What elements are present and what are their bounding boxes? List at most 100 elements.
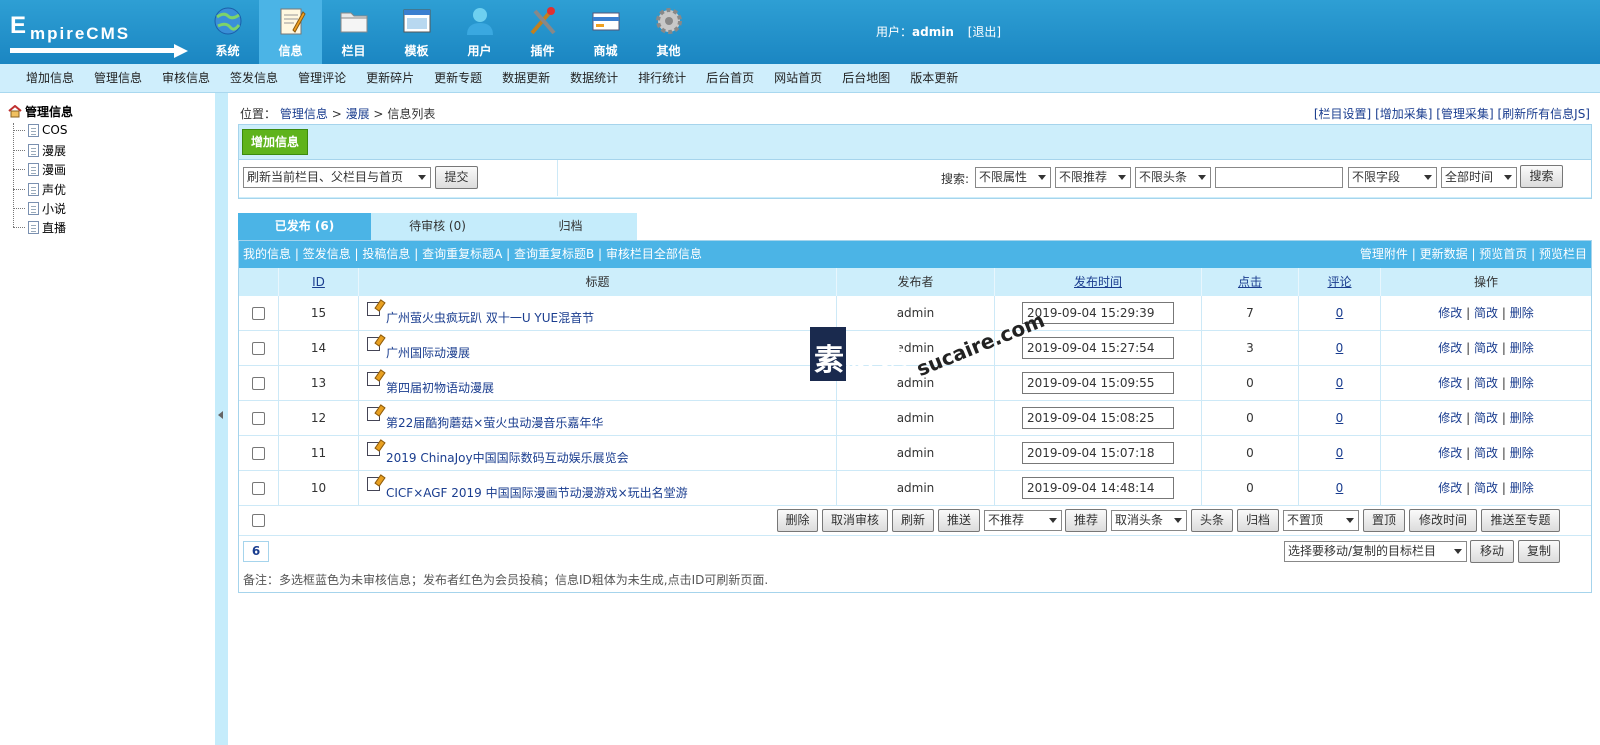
subnav-sign-info[interactable]: 签发信息 [220,64,288,92]
row-checkbox[interactable] [252,446,265,460]
row-time-input[interactable]: 2019-09-04 15:27:54 [1022,337,1174,359]
modify-time-button[interactable]: 修改时间 [1409,509,1477,532]
row-comments-link[interactable]: 0 [1336,446,1344,460]
row-edit-link[interactable]: 修改 [1438,446,1462,460]
add-info-button[interactable]: 增加信息 [242,129,308,155]
batch-refresh-button[interactable]: 刷新 [892,509,934,532]
batch-delete-button[interactable]: 删除 [777,509,818,532]
refresh-js-link[interactable]: [刷新所有信息JS] [1497,107,1590,121]
tab-archive[interactable]: 归档 [504,213,637,240]
tree-item-comics[interactable]: 漫画 [13,161,66,178]
refresh-select[interactable]: 刷新当前栏目、父栏目与首页 [243,167,431,188]
tab-published[interactable]: 已发布 (6) [238,213,371,240]
col-hits[interactable]: 点击 [1238,275,1262,289]
field-select[interactable]: 不限字段 [1348,167,1437,188]
tree-root[interactable]: 管理信息 [8,103,73,120]
headline-select[interactable]: 不限头条 [1135,167,1211,188]
move-button[interactable]: 移动 [1470,540,1514,563]
row-checkbox[interactable] [252,341,265,355]
sidebar-collapse-strip[interactable] [215,93,228,745]
manage-attachments-link[interactable]: 管理附件 [1360,247,1408,261]
tab-pending[interactable]: 待审核 (0) [371,213,504,240]
batch-headline-button[interactable]: 头条 [1191,509,1233,532]
subnav-site-home[interactable]: 网站首页 [764,64,832,92]
tree-item-novels[interactable]: 小说 [13,200,66,217]
dup-title-b-link[interactable]: 查询重复标题B [514,247,594,261]
sign-info-link[interactable]: 签发信息 [303,247,351,261]
update-data-link[interactable]: 更新数据 [1420,247,1468,261]
logout-link[interactable]: [退出] [968,25,1001,39]
row-comments-link[interactable]: 0 [1336,411,1344,425]
subnav-ranking-stats[interactable]: 排行统计 [628,64,696,92]
row-title[interactable]: 广州国际动漫展 [386,346,470,360]
submitted-info-link[interactable]: 投稿信息 [362,247,410,261]
row-comments-link[interactable]: 0 [1336,376,1344,390]
batch-archive-button[interactable]: 归档 [1237,509,1279,532]
topnav-template[interactable]: 模板 [385,0,448,64]
row-title[interactable]: 2019 ChinaJoy中国国际数码互动娱乐展览会 [386,451,629,465]
col-comments[interactable]: 评论 [1327,275,1351,289]
row-time-input[interactable]: 2019-09-04 15:07:18 [1022,442,1174,464]
subnav-update-topics[interactable]: 更新专题 [424,64,492,92]
edit-doc-icon[interactable] [367,477,380,491]
preview-home-link[interactable]: 预览首页 [1479,247,1527,261]
batch-recommend-button[interactable]: 推荐 [1065,509,1107,532]
tree-item-live[interactable]: 直播 [13,219,66,236]
row-quick-edit-link[interactable]: 简改 [1474,306,1498,320]
empirecms-logo[interactable]: E mpireCMS [10,10,188,58]
row-title[interactable]: 广州萤火虫疯玩趴 双十一U YUE混音节 [386,311,594,325]
subnav-manage-comments[interactable]: 管理评论 [288,64,356,92]
recommend-level-select[interactable]: 不推荐 [984,510,1062,531]
topnav-shop[interactable]: 商城 [574,0,637,64]
target-column-select[interactable]: 选择要移动/复制的目标栏目 [1284,541,1467,562]
topnav-other[interactable]: 其他 [637,0,700,64]
recommend-select[interactable]: 不限推荐 [1055,167,1131,188]
row-delete-link[interactable]: 删除 [1510,376,1534,390]
subnav-update-fragments[interactable]: 更新碎片 [356,64,424,92]
batch-unaudit-button[interactable]: 取消审核 [822,509,888,532]
row-checkbox[interactable] [252,411,265,425]
row-checkbox[interactable] [252,481,265,495]
subnav-admin-home[interactable]: 后台首页 [696,64,764,92]
breadcrumb-manage-info[interactable]: 管理信息 [280,107,328,121]
row-edit-link[interactable]: 修改 [1438,411,1462,425]
tree-item-exhibition[interactable]: 漫展 [13,142,66,159]
row-checkbox[interactable] [252,376,265,390]
row-comments-link[interactable]: 0 [1336,481,1344,495]
row-time-input[interactable]: 2019-09-04 15:09:55 [1022,372,1174,394]
row-delete-link[interactable]: 删除 [1510,446,1534,460]
attr-select[interactable]: 不限属性 [975,167,1051,188]
subnav-add-info[interactable]: 增加信息 [16,64,84,92]
row-id[interactable]: 15 [279,295,359,331]
row-title[interactable]: 第四届初物语动漫展 [386,381,494,395]
edit-doc-icon[interactable] [367,337,380,351]
row-id[interactable]: 14 [279,330,359,366]
subnav-data-update[interactable]: 数据更新 [492,64,560,92]
edit-doc-icon[interactable] [367,372,380,386]
edit-doc-icon[interactable] [367,442,380,456]
row-quick-edit-link[interactable]: 简改 [1474,411,1498,425]
select-all-checkbox[interactable] [252,514,265,527]
push-topic-button[interactable]: 推送至专题 [1481,509,1560,532]
batch-top-button[interactable]: 置顶 [1363,509,1405,532]
submit-button[interactable]: 提交 [435,166,478,189]
time-select[interactable]: 全部时间 [1441,167,1517,188]
row-edit-link[interactable]: 修改 [1438,376,1462,390]
row-title[interactable]: CICF×AGF 2019 中国国际漫画节动漫游戏×玩出名堂游 [386,486,688,500]
subnav-admin-map[interactable]: 后台地图 [832,64,900,92]
row-comments-link[interactable]: 0 [1336,341,1344,355]
edit-doc-icon[interactable] [367,407,380,421]
search-input[interactable] [1215,167,1343,188]
subnav-manage-info[interactable]: 管理信息 [84,64,152,92]
subnav-version-update[interactable]: 版本更新 [900,64,968,92]
topnav-plugin[interactable]: 插件 [511,0,574,64]
row-delete-link[interactable]: 删除 [1510,306,1534,320]
breadcrumb-exhibition[interactable]: 漫展 [346,107,370,121]
column-settings-link[interactable]: [栏目设置] [1314,107,1371,121]
headline-level-select[interactable]: 取消头条 [1111,510,1187,531]
row-edit-link[interactable]: 修改 [1438,481,1462,495]
subnav-audit-info[interactable]: 审核信息 [152,64,220,92]
topnav-column[interactable]: 栏目 [322,0,385,64]
row-edit-link[interactable]: 修改 [1438,306,1462,320]
row-delete-link[interactable]: 删除 [1510,411,1534,425]
